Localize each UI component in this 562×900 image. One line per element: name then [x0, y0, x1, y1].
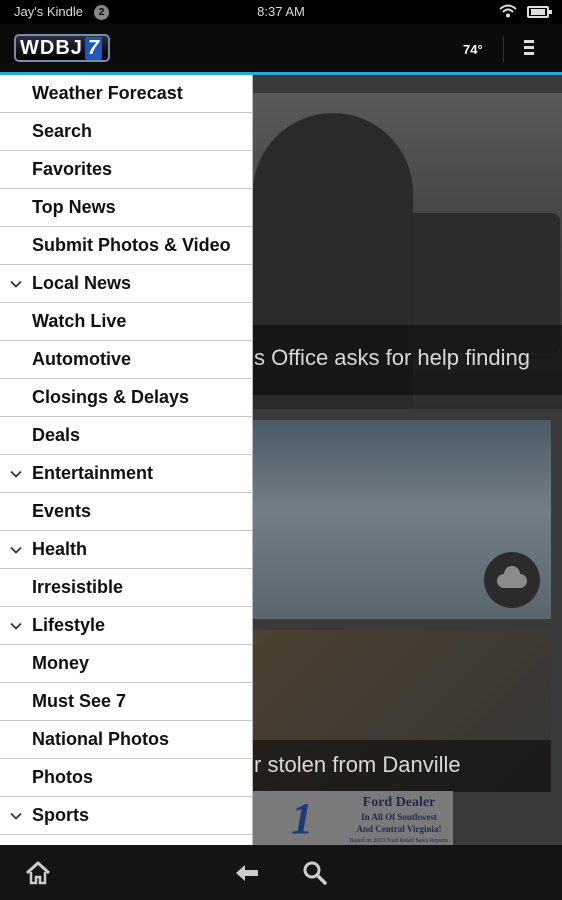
drawer-item-label: Health	[32, 539, 88, 559]
drawer-item[interactable]: Events	[0, 493, 252, 531]
drawer-item[interactable]: National Photos	[0, 721, 252, 759]
drawer-item[interactable]: Favorites	[0, 151, 252, 189]
home-icon[interactable]	[24, 859, 52, 887]
drawer-item-label: Money	[32, 653, 90, 673]
drawer-item-label: Irresistible	[32, 577, 124, 597]
drawer-item-label: Closings & Delays	[32, 387, 190, 407]
drawer-item-label: Deals	[32, 425, 81, 445]
ad-line: In All Of Southwest	[361, 812, 437, 822]
drawer-item[interactable]: Weather Forecast	[0, 75, 252, 113]
drawer-item-label: National Photos	[32, 729, 170, 749]
drawer-item-label: Watch Live	[32, 311, 127, 331]
story-caption: s Office asks for help finding	[254, 345, 530, 370]
drawer-item-label: Must See 7	[32, 691, 127, 711]
app-bar: WDBJ 7 74°	[0, 24, 562, 72]
chevron-down-icon[interactable]	[10, 619, 22, 631]
logo-number: 7	[84, 36, 103, 60]
drawer-item-label: Favorites	[32, 159, 113, 179]
drawer-item[interactable]: Local News	[0, 265, 252, 303]
drawer-item[interactable]: Deals	[0, 417, 252, 455]
drawer-item[interactable]: Irresistible	[0, 569, 252, 607]
cloud-icon[interactable]	[484, 552, 540, 608]
drawer-item-label: Top News	[32, 197, 116, 217]
logo-text: WDBJ	[20, 36, 83, 59]
drawer-item-label: Local News	[32, 273, 132, 293]
chevron-down-icon[interactable]	[10, 277, 22, 289]
search-icon[interactable]	[301, 859, 329, 887]
status-clock: 8:37 AM	[257, 4, 305, 19]
drawer-item[interactable]: Lifestyle	[0, 607, 252, 645]
overflow-menu-icon[interactable]	[524, 40, 534, 58]
drawer-item[interactable]: Automotive	[0, 341, 252, 379]
back-arrow-icon[interactable]	[233, 859, 261, 887]
ad-banner[interactable]: 1 Ford Dealer In All Of Southwest And Ce…	[253, 791, 453, 845]
drawer-item[interactable]: Search	[0, 113, 252, 151]
drawer-item[interactable]: Top News	[0, 189, 252, 227]
chevron-down-icon[interactable]	[10, 809, 22, 821]
ad-line: And Central Virginia!	[356, 824, 442, 834]
chevron-down-icon[interactable]	[10, 543, 22, 555]
drawer-item-label: Sports	[32, 805, 90, 825]
drawer-item-label: Lifestyle	[32, 615, 106, 635]
battery-icon	[527, 6, 552, 18]
ad-number: 1	[291, 794, 313, 843]
drawer-item[interactable]: Entertainment	[0, 455, 252, 493]
drawer-item-label: Entertainment	[32, 463, 154, 483]
drawer-item[interactable]: Photos	[0, 759, 252, 797]
ad-text: Ford Dealer In All Of Southwest And Cent…	[349, 795, 449, 847]
wifi-icon	[499, 4, 517, 21]
drawer-item-label: Events	[32, 501, 92, 521]
drawer-item[interactable]: Must See 7	[0, 683, 252, 721]
drawer-item-label: Automotive	[32, 349, 131, 369]
wdbj7-logo[interactable]: WDBJ 7	[14, 34, 111, 62]
system-nav-bar	[0, 845, 562, 900]
story-caption: r stolen from Danville	[254, 752, 461, 777]
app-bar-divider	[503, 36, 504, 62]
drawer-item[interactable]: Closings & Delays	[0, 379, 252, 417]
drawer-item[interactable]: Submit Photos & Video	[0, 227, 252, 265]
drawer-item-label: Weather Forecast	[32, 83, 183, 103]
navigation-drawer: Weather Forecast Search Favorites Top News S…	[0, 75, 253, 845]
drawer-item[interactable]: Money	[0, 645, 252, 683]
drawer-item[interactable]: Watch Live	[0, 303, 252, 341]
ad-title: Ford Dealer	[362, 795, 436, 810]
chevron-down-icon[interactable]	[10, 467, 22, 479]
drawer-item-label: Photos	[32, 767, 93, 787]
drawer-item-label: Search	[32, 121, 93, 141]
drawer-item[interactable]: Health	[0, 531, 252, 569]
drawer-item[interactable]: Sports	[0, 797, 252, 835]
temperature-button[interactable]: 74°	[463, 42, 483, 57]
drawer-item-label: Submit Photos & Video	[32, 235, 231, 255]
status-bar: Jay's Kindle 2 8:37 AM	[0, 0, 562, 24]
